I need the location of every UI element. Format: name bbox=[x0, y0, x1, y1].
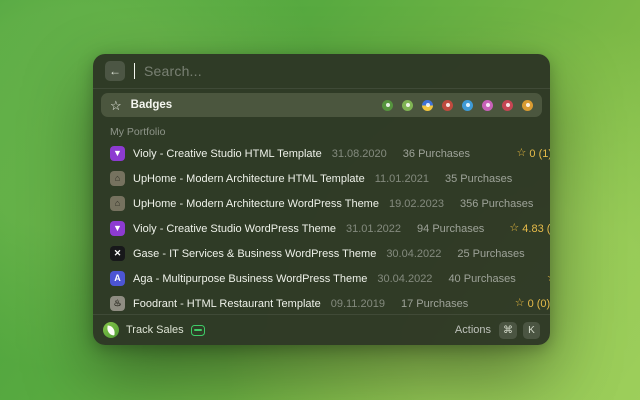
gase-icon: ✕ bbox=[110, 246, 125, 261]
item-title: Violy - Creative Studio WordPress Theme bbox=[133, 223, 336, 235]
footer-bar: Track Sales Actions ⌘ K bbox=[93, 314, 550, 345]
item-rating: ☆4.83 (12) bbox=[504, 223, 550, 235]
badges-set bbox=[382, 100, 533, 111]
list-item[interactable]: ✕ Gase - IT Services & Business WordPres… bbox=[101, 241, 542, 266]
item-title: Violy - Creative Studio HTML Template bbox=[133, 148, 322, 160]
red-badge-icon bbox=[442, 100, 453, 111]
badges-label: Badges bbox=[131, 99, 173, 111]
search-input[interactable]: Search... bbox=[144, 63, 202, 79]
item-purchases: 40 Purchases bbox=[448, 273, 515, 285]
item-date: 30.04.2022 bbox=[386, 248, 441, 260]
list-item[interactable]: A Aga - Multipurpose Business WordPress … bbox=[101, 266, 542, 291]
item-title: Foodrant - HTML Restaurant Template bbox=[133, 298, 321, 310]
rating-value: 0 (1) bbox=[529, 148, 550, 160]
rating-star-icon: ☆ bbox=[509, 223, 519, 234]
green-badge-icon bbox=[382, 100, 393, 111]
item-purchases: 36 Purchases bbox=[403, 148, 470, 160]
item-date: 09.11.2019 bbox=[331, 298, 385, 310]
item-purchases: 356 Purchases bbox=[460, 198, 533, 210]
rating-star-icon: ☆ bbox=[547, 273, 550, 284]
rating-value: 0 (0) bbox=[528, 298, 550, 310]
rating-star-icon: ☆ bbox=[517, 148, 527, 159]
item-date: 30.04.2022 bbox=[377, 273, 432, 285]
list-item[interactable]: ♨ Foodrant - HTML Restaurant Template 09… bbox=[101, 291, 542, 314]
rating-value: 4.83 (12) bbox=[522, 223, 550, 235]
item-rating: ☆0 (0) bbox=[532, 173, 550, 185]
violy-icon: ▼ bbox=[110, 221, 125, 236]
uphome-icon: ⌂ bbox=[110, 171, 125, 186]
star-icon: ☆ bbox=[110, 99, 122, 112]
k-keycap: K bbox=[523, 322, 540, 339]
crimson-badge-icon bbox=[502, 100, 513, 111]
item-rating: ☆5 (5) bbox=[545, 248, 550, 260]
item-title: UpHome - Modern Architecture WordPress T… bbox=[133, 198, 379, 210]
violy-icon: ▼ bbox=[110, 146, 125, 161]
item-date: 19.02.2023 bbox=[389, 198, 444, 210]
actions-button[interactable]: Actions bbox=[455, 324, 491, 336]
item-rating: ☆0 (0) bbox=[488, 298, 550, 310]
item-purchases: 17 Purchases bbox=[401, 298, 468, 310]
cmd-keycap: ⌘ bbox=[499, 322, 517, 339]
list-item[interactable]: ⌂ UpHome - Modern Architecture WordPress… bbox=[101, 191, 542, 216]
aga-icon: A bbox=[110, 271, 125, 286]
item-purchases: 25 Purchases bbox=[457, 248, 524, 260]
list-item[interactable]: ▼ Violy - Creative Studio WordPress Them… bbox=[101, 216, 542, 241]
list-item[interactable]: ▼ Violy - Creative Studio HTML Template … bbox=[101, 141, 542, 166]
results-list: ☆ Badges My Portfolio ▼ Violy - Creative… bbox=[93, 89, 550, 314]
uphome-icon: ⌂ bbox=[110, 196, 125, 211]
section-header: My Portfolio bbox=[110, 126, 533, 138]
ukraine-badge-icon bbox=[422, 100, 433, 111]
item-purchases: 94 Purchases bbox=[417, 223, 484, 235]
back-button[interactable]: ← bbox=[105, 61, 125, 81]
item-rating: ☆4.75 (8) bbox=[536, 273, 550, 285]
item-title: UpHome - Modern Architecture HTML Templa… bbox=[133, 173, 365, 185]
item-purchases: 35 Purchases bbox=[445, 173, 512, 185]
item-title: Aga - Multipurpose Business WordPress Th… bbox=[133, 273, 367, 285]
wallet-icon bbox=[191, 325, 205, 336]
text-cursor bbox=[134, 63, 135, 79]
command-palette: ← Search... ☆ Badges My Portfolio ▼ Viol… bbox=[93, 54, 550, 345]
search-bar: ← Search... bbox=[93, 54, 550, 89]
extension-name: Track Sales bbox=[126, 324, 184, 336]
item-title: Gase - IT Services & Business WordPress … bbox=[133, 248, 376, 260]
rating-star-icon: ☆ bbox=[515, 298, 525, 309]
gold-badge-icon bbox=[522, 100, 533, 111]
item-rating: ☆0 (1) bbox=[490, 148, 550, 160]
item-date: 31.01.2022 bbox=[346, 223, 401, 235]
list-item-badges[interactable]: ☆ Badges bbox=[101, 93, 542, 117]
pink-badge-icon bbox=[482, 100, 493, 111]
item-date: 11.01.2021 bbox=[375, 173, 429, 185]
envato-leaf-icon bbox=[103, 322, 119, 338]
lightgreen-badge-icon bbox=[402, 100, 413, 111]
list-item[interactable]: ⌂ UpHome - Modern Architecture HTML Temp… bbox=[101, 166, 542, 191]
item-date: 31.08.2020 bbox=[332, 148, 387, 160]
blue-badge-icon bbox=[462, 100, 473, 111]
foodrant-icon: ♨ bbox=[110, 296, 125, 311]
